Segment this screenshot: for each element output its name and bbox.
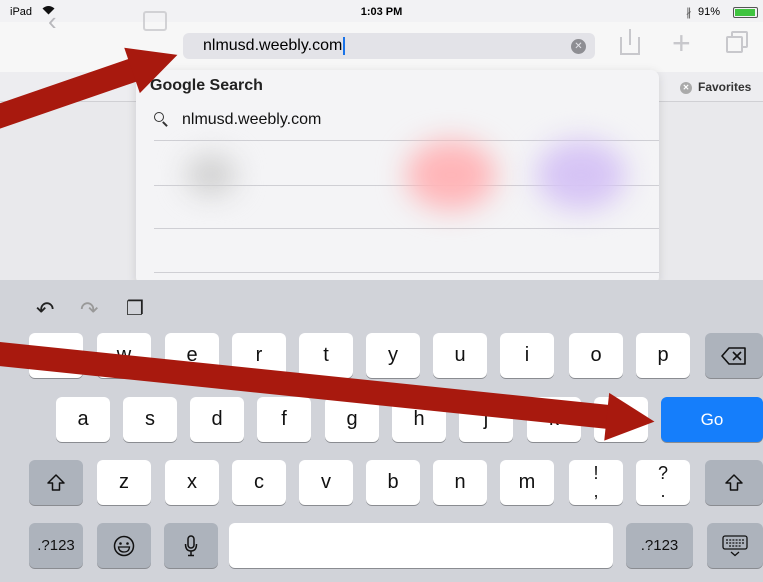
bookmarks-icon[interactable]: [143, 11, 167, 31]
search-suggestions: Google Search nlmusd.weebly.com: [136, 70, 659, 285]
status-time: 1:03 PM: [360, 6, 403, 18]
divider: [154, 272, 659, 273]
shift-key-left[interactable]: [29, 460, 83, 505]
key-m[interactable]: m: [500, 460, 554, 505]
key-top-char: !: [593, 463, 599, 483]
suggestion-text: nlmusd.weebly.com: [182, 111, 322, 128]
status-bar: iPad 1:03 PM ∦ 91%: [0, 0, 763, 22]
key-v[interactable]: v: [299, 460, 353, 505]
address-input[interactable]: nlmusd.weebly.com: [203, 37, 342, 54]
key-question-period[interactable]: ? .: [636, 460, 690, 505]
keyboard-hide-icon: [722, 535, 748, 557]
text-cursor: [343, 37, 346, 55]
share-icon[interactable]: [620, 29, 640, 55]
shift-icon: [47, 473, 65, 491]
blurred-favicon: [186, 155, 236, 195]
numbers-key-left[interactable]: .?123: [29, 523, 83, 568]
key-top-char: ?: [657, 463, 668, 483]
redo-icon[interactable]: ↷: [80, 299, 98, 321]
hide-keyboard-key[interactable]: [707, 523, 763, 568]
key-o[interactable]: o: [569, 333, 623, 378]
tabs-icon[interactable]: [726, 31, 748, 53]
clear-icon[interactable]: ✕: [571, 39, 586, 54]
new-tab-icon[interactable]: +: [672, 27, 691, 59]
key-b[interactable]: b: [366, 460, 420, 505]
space-key[interactable]: [229, 523, 613, 568]
battery-percent: 91%: [698, 6, 721, 18]
key-i[interactable]: i: [500, 333, 554, 378]
numbers-key-right[interactable]: .?123: [626, 523, 693, 568]
microphone-icon: [184, 534, 198, 556]
go-key[interactable]: Go: [661, 397, 763, 442]
address-bar[interactable]: nlmusd.weebly.com ✕: [183, 33, 595, 59]
search-icon: [154, 112, 168, 127]
battery-icon: [733, 7, 758, 18]
delete-key[interactable]: [705, 333, 763, 378]
key-a[interactable]: a: [56, 397, 110, 442]
shift-icon: [725, 473, 743, 491]
key-bottom-char: ,: [593, 481, 599, 501]
emoji-icon: [113, 535, 135, 556]
undo-icon[interactable]: ↶: [36, 299, 54, 321]
key-y[interactable]: y: [366, 333, 420, 378]
back-icon[interactable]: ‹: [48, 8, 57, 34]
key-c[interactable]: c: [232, 460, 286, 505]
close-icon[interactable]: ✕: [680, 81, 692, 94]
backspace-icon: [721, 346, 746, 365]
bluetooth-icon: ∦: [686, 7, 692, 19]
shift-key-right[interactable]: [705, 460, 763, 505]
dictation-key[interactable]: [164, 523, 218, 568]
key-t[interactable]: t: [299, 333, 353, 378]
key-x[interactable]: x: [165, 460, 219, 505]
key-exclamation-comma[interactable]: ! ,: [569, 460, 623, 505]
suggestion-item[interactable]: nlmusd.weebly.com: [136, 106, 659, 138]
paste-icon[interactable]: ❐: [126, 299, 144, 319]
divider: [154, 228, 659, 229]
key-bottom-char: .: [660, 481, 666, 501]
key-n[interactable]: n: [433, 460, 487, 505]
key-z[interactable]: z: [97, 460, 151, 505]
key-s[interactable]: s: [123, 397, 177, 442]
emoji-key[interactable]: [97, 523, 151, 568]
blurred-favicon: [536, 140, 626, 210]
key-p[interactable]: p: [636, 333, 690, 378]
tab-favorites[interactable]: ✕ Favorites: [680, 80, 751, 94]
key-f[interactable]: f: [257, 397, 311, 442]
key-u[interactable]: u: [433, 333, 487, 378]
blurred-favicon: [406, 140, 496, 210]
key-d[interactable]: d: [190, 397, 244, 442]
tab-label: Favorites: [698, 80, 752, 94]
